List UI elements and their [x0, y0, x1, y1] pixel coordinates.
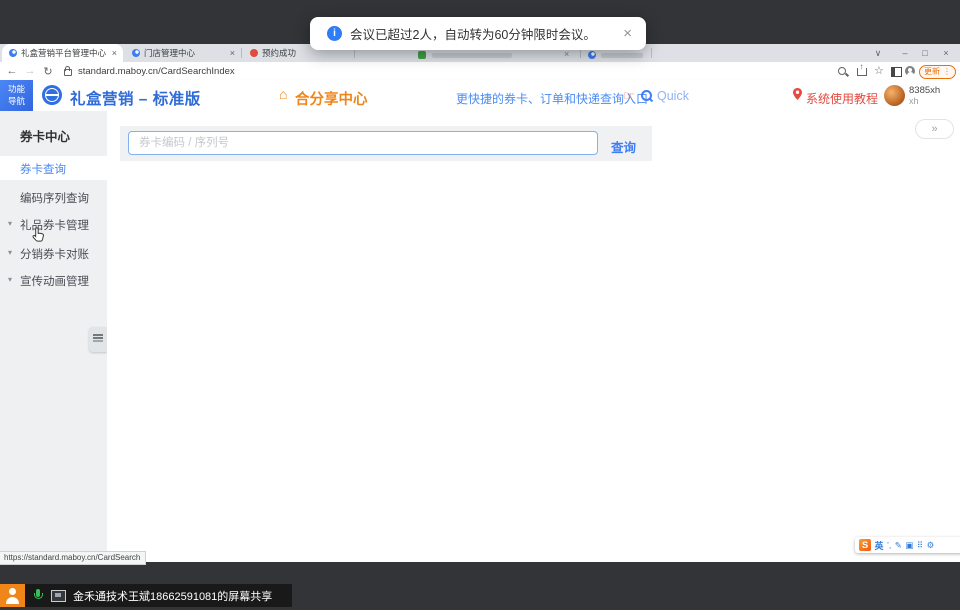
location-pin-icon [793, 87, 802, 105]
reload-button[interactable]: ↻ [40, 62, 56, 80]
clipboard-icon[interactable] [905, 541, 913, 550]
tab-close-icon[interactable]: × [564, 49, 569, 59]
caret-down-icon: ▾ [8, 248, 12, 257]
sidebar-item-card-search[interactable]: 券卡查询 [20, 161, 66, 177]
tab-favicon-icon [132, 49, 140, 57]
tab-close-icon[interactable]: × [112, 48, 117, 58]
tab-obscured[interactable] [432, 53, 512, 58]
tab-obscured[interactable] [601, 53, 643, 58]
tab-separator [651, 48, 652, 58]
profile-icon[interactable] [905, 66, 915, 76]
more-menu-icon[interactable]: ⋮ [943, 67, 951, 76]
zoom-icon[interactable] [838, 67, 846, 75]
sidebar-item-distribution-reconciliation[interactable]: 分销券卡对账 [20, 246, 89, 262]
tab-giftbox-admin[interactable]: 礼盒营销平台管理中心 × [2, 44, 123, 62]
nav-label-line2: 导航 [0, 96, 33, 107]
cursor-pointer-icon [32, 227, 45, 248]
pointing-finger-icon: ☞ [623, 88, 635, 104]
tutorial-link[interactable]: 系统使用教程 [806, 90, 878, 107]
back-button[interactable]: ← [4, 62, 20, 80]
main-content [107, 111, 960, 562]
user-subname: xh [909, 96, 919, 106]
browser-update-button[interactable]: 更新 ⋮ [919, 65, 956, 79]
query-button[interactable]: 查询 [611, 137, 636, 156]
settings-icon[interactable] [927, 541, 935, 550]
tab-favicon-icon [250, 49, 258, 57]
toast-close-icon[interactable]: × [623, 25, 632, 42]
tab-favicon-icon [9, 49, 17, 57]
function-nav-button[interactable]: 功能 导航 [0, 80, 33, 111]
handle-lines-icon [93, 334, 103, 336]
toast-message: 会议已超过2人，自动转为60分钟限时会议。 [350, 24, 596, 43]
tab-favicon-icon [418, 51, 426, 59]
forward-button[interactable]: → [22, 62, 38, 80]
info-icon: i [327, 26, 342, 41]
house-icon: ⌂ [279, 86, 287, 102]
punctuation-icon[interactable] [887, 541, 891, 550]
tab-close-icon[interactable]: × [230, 48, 235, 58]
caret-down-icon: ▾ [8, 275, 12, 284]
quick-search-icon[interactable] [641, 90, 652, 101]
user-name: 8385xh [909, 85, 940, 96]
quick-entry-hint: 更快捷的券卡、订单和快递查询入口 [456, 90, 648, 107]
expand-panel-button[interactable]: » [915, 119, 954, 139]
window-minimize-button[interactable]: – [896, 44, 914, 62]
tab-label: 门店管理中心 [144, 47, 224, 59]
ime-language-toggle[interactable]: 英 [875, 539, 884, 552]
bookmark-star-icon[interactable]: ☆ [874, 64, 884, 77]
link-preview-tooltip: https://standard.maboy.cn/CardSearch [0, 551, 146, 565]
user-avatar[interactable] [884, 85, 905, 106]
caret-down-icon: ▾ [8, 219, 12, 228]
sidebar-item-code-sequence-search[interactable]: 编码序列查询 [20, 190, 89, 206]
tab-favicon-icon [588, 51, 596, 59]
handwriting-icon[interactable] [895, 541, 902, 550]
sidebar-item-promo-animation-management[interactable]: 宣传动画管理 [20, 273, 89, 289]
sidebar-item-gift-card-management[interactable]: 礼品券卡管理 [20, 217, 89, 233]
app-logo-icon [42, 85, 62, 105]
sidebar-collapse-handle[interactable] [89, 327, 107, 352]
update-label: 更新 [924, 66, 940, 77]
tab-separator [241, 48, 242, 58]
share-center-link[interactable]: 合分享中心 [295, 88, 368, 109]
quick-search-link[interactable]: Quick [657, 89, 689, 103]
microphone-icon [34, 589, 43, 603]
side-panel-icon[interactable] [891, 67, 902, 77]
share-icon[interactable] [857, 68, 867, 76]
address-bar[interactable]: standard.maboy.cn/CardSearchIndex [78, 66, 235, 77]
tab-label: 礼盒营销平台管理中心 [21, 47, 106, 59]
sogou-logo-icon[interactable]: S [859, 539, 871, 551]
lock-icon [64, 69, 72, 76]
window-maximize-button[interactable]: □ [916, 44, 934, 62]
window-menu-button[interactable]: ∨ [869, 44, 887, 62]
window-close-button[interactable]: × [937, 44, 955, 62]
card-code-input[interactable] [128, 131, 598, 155]
screen-share-status-bar: 金禾通技术王斌18662591081的屏幕共享 [0, 584, 292, 607]
app-title: 礼盒营销 – 标准版 [70, 87, 201, 109]
meeting-toast: i 会议已超过2人，自动转为60分钟限时会议。 × [310, 17, 646, 50]
presenter-icon [0, 584, 25, 607]
tab-store-admin[interactable]: 门店管理中心 × [125, 44, 241, 62]
ime-toolbar: S 英 [855, 537, 960, 553]
nav-label-line1: 功能 [0, 84, 33, 95]
screen-share-text: 金禾通技术王斌18662591081的屏幕共享 [73, 588, 272, 604]
screen-share-icon [51, 590, 66, 602]
toolbox-icon[interactable] [917, 541, 923, 550]
sidebar-title: 券卡中心 [20, 126, 70, 145]
